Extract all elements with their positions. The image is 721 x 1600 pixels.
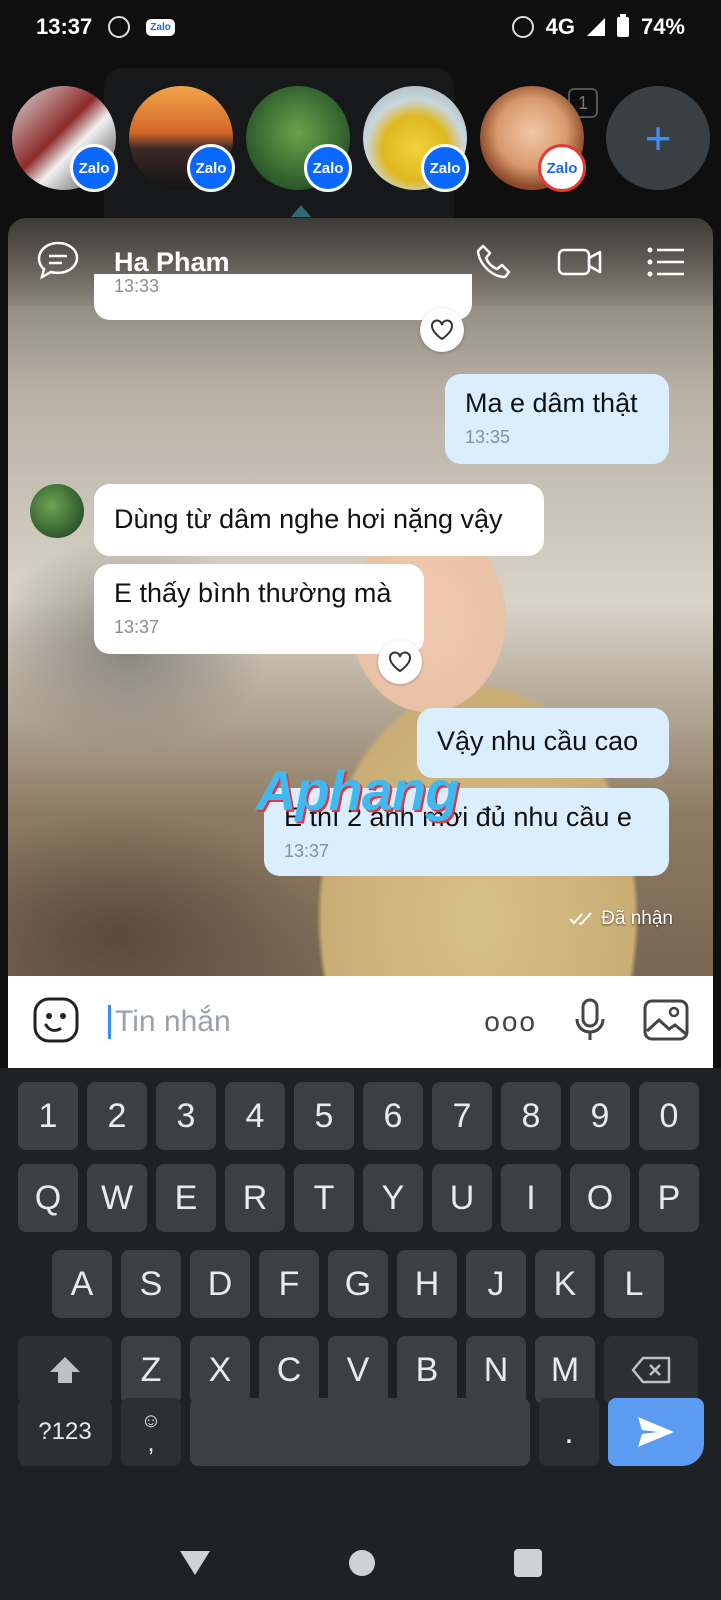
watermark-logo: Aphang — [256, 759, 459, 822]
key-i[interactable]: I — [501, 1164, 561, 1232]
double-check-icon — [569, 912, 592, 926]
active-head-pointer — [291, 205, 311, 217]
key-t[interactable]: T — [294, 1164, 354, 1232]
notification-app-icon — [108, 16, 131, 38]
emoji-comma-key[interactable]: ☺ , — [121, 1398, 181, 1466]
sticker-emoji-icon[interactable] — [32, 996, 80, 1049]
key-q[interactable]: Q — [18, 1164, 78, 1232]
heart-react-icon[interactable] — [420, 308, 464, 352]
image-gallery-icon[interactable] — [643, 999, 689, 1046]
network-type: 4G — [545, 14, 575, 39]
home-nav-icon[interactable] — [348, 1550, 375, 1576]
status-time: 13:37 — [36, 14, 93, 39]
key-n[interactable]: N — [466, 1336, 526, 1404]
key-a[interactable]: A — [52, 1250, 112, 1318]
signal-icon — [586, 18, 605, 36]
key-k[interactable]: K — [535, 1250, 595, 1318]
chat-heads-row: Zalo Zalo Zalo Zalo 1 Zalo + — [12, 68, 712, 248]
key-0[interactable]: 0 — [639, 1082, 699, 1150]
zalo-badge-icon: Zalo — [304, 144, 352, 192]
key-5[interactable]: 5 — [294, 1082, 354, 1150]
message-text: Ma e dâm thật — [465, 388, 638, 418]
key-9[interactable]: 9 — [570, 1082, 630, 1150]
microphone-icon[interactable] — [573, 997, 607, 1048]
key-z[interactable]: Z — [121, 1336, 181, 1404]
zalo-badge-icon: Zalo — [538, 144, 586, 192]
key-3[interactable]: 3 — [156, 1082, 216, 1150]
key-w[interactable]: W — [87, 1164, 147, 1232]
chat-bubble-icon[interactable] — [36, 240, 80, 285]
message-time: 13:37 — [114, 617, 160, 637]
key-m[interactable]: M — [535, 1336, 595, 1404]
key-f[interactable]: F — [259, 1250, 319, 1318]
message-text: Vậy nhu cầu cao — [437, 726, 639, 756]
shift-key[interactable] — [18, 1336, 112, 1404]
message-time: 13:35 — [465, 427, 511, 447]
send-icon — [638, 1417, 674, 1447]
soft-keyboard: 1 2 3 4 5 6 7 8 9 0 Q W E R T Y U I O P … — [0, 1068, 721, 1526]
key-v[interactable]: V — [328, 1336, 388, 1404]
key-1[interactable]: 1 — [18, 1082, 78, 1150]
key-e[interactable]: E — [156, 1164, 216, 1232]
key-8[interactable]: 8 — [501, 1082, 561, 1150]
message-partial[interactable]: 13:33 — [94, 274, 472, 320]
key-d[interactable]: D — [190, 1250, 250, 1318]
message-text: Dùng từ dâm nghe hơi nặng vậy — [114, 504, 503, 534]
key-p[interactable]: P — [639, 1164, 699, 1232]
key-l[interactable]: L — [604, 1250, 664, 1318]
delivery-status: Đã nhận — [569, 908, 673, 930]
zalo-badge-icon: Zalo — [421, 144, 469, 192]
status-bar: 13:37 Zalo 4G 74% — [0, 0, 721, 54]
message-composer: ooo — [8, 976, 713, 1068]
key-2[interactable]: 2 — [87, 1082, 147, 1150]
contact-name[interactable]: Ha Pham — [114, 247, 230, 278]
zalo-badge-icon: Zalo — [187, 144, 235, 192]
shift-arrow-icon — [50, 1357, 80, 1383]
key-x[interactable]: X — [190, 1336, 250, 1404]
key-j[interactable]: J — [466, 1250, 526, 1318]
add-chat-head-button[interactable]: + — [606, 86, 710, 190]
menu-list-icon[interactable] — [647, 246, 685, 278]
key-g[interactable]: G — [328, 1250, 388, 1318]
phone-call-icon[interactable] — [475, 243, 513, 281]
heart-react-icon[interactable] — [378, 640, 422, 684]
key-c[interactable]: C — [259, 1336, 319, 1404]
key-b[interactable]: B — [397, 1336, 457, 1404]
message-time: 13:37 — [284, 841, 330, 861]
message-bubble-incoming[interactable]: E thấy bình thường mà 13:37 — [94, 564, 424, 654]
alarm-icon — [511, 16, 534, 38]
message-bubble-incoming[interactable]: Dùng từ dâm nghe hơi nặng vậy — [94, 484, 544, 556]
period-key[interactable]: . — [539, 1398, 599, 1466]
key-u[interactable]: U — [432, 1164, 492, 1232]
recents-nav-icon[interactable] — [513, 1549, 542, 1577]
key-h[interactable]: H — [397, 1250, 457, 1318]
zalo-notification-icon: Zalo — [146, 18, 175, 36]
space-key[interactable] — [190, 1398, 530, 1466]
symbols-key[interactable]: ?123 — [18, 1398, 112, 1466]
battery-icon — [616, 14, 629, 37]
backspace-key[interactable] — [604, 1336, 698, 1404]
zalo-badge-icon: Zalo — [70, 144, 118, 192]
key-r[interactable]: R — [225, 1164, 285, 1232]
key-4[interactable]: 4 — [225, 1082, 285, 1150]
delivery-status-text: Đã nhận — [601, 908, 673, 929]
backspace-icon — [631, 1356, 671, 1384]
video-call-icon[interactable] — [557, 246, 603, 278]
more-options-icon[interactable]: ooo — [484, 1006, 537, 1038]
send-key[interactable] — [608, 1398, 704, 1466]
key-y[interactable]: Y — [363, 1164, 423, 1232]
system-navigation-bar — [0, 1526, 721, 1600]
message-input[interactable] — [108, 1005, 448, 1039]
chat-window: Ha Pham 13:33 Ma e dâm thật 13:35 Dùng t… — [8, 218, 713, 1070]
message-bubble-outgoing[interactable]: Ma e dâm thật 13:35 — [445, 374, 669, 464]
key-s[interactable]: S — [121, 1250, 181, 1318]
message-text: E thấy bình thường mà — [114, 578, 392, 608]
key-6[interactable]: 6 — [363, 1082, 423, 1150]
battery-percent: 74% — [640, 14, 685, 39]
key-7[interactable]: 7 — [432, 1082, 492, 1150]
key-o[interactable]: O — [570, 1164, 630, 1232]
contact-avatar[interactable] — [30, 484, 84, 538]
back-nav-icon[interactable] — [179, 1551, 210, 1575]
